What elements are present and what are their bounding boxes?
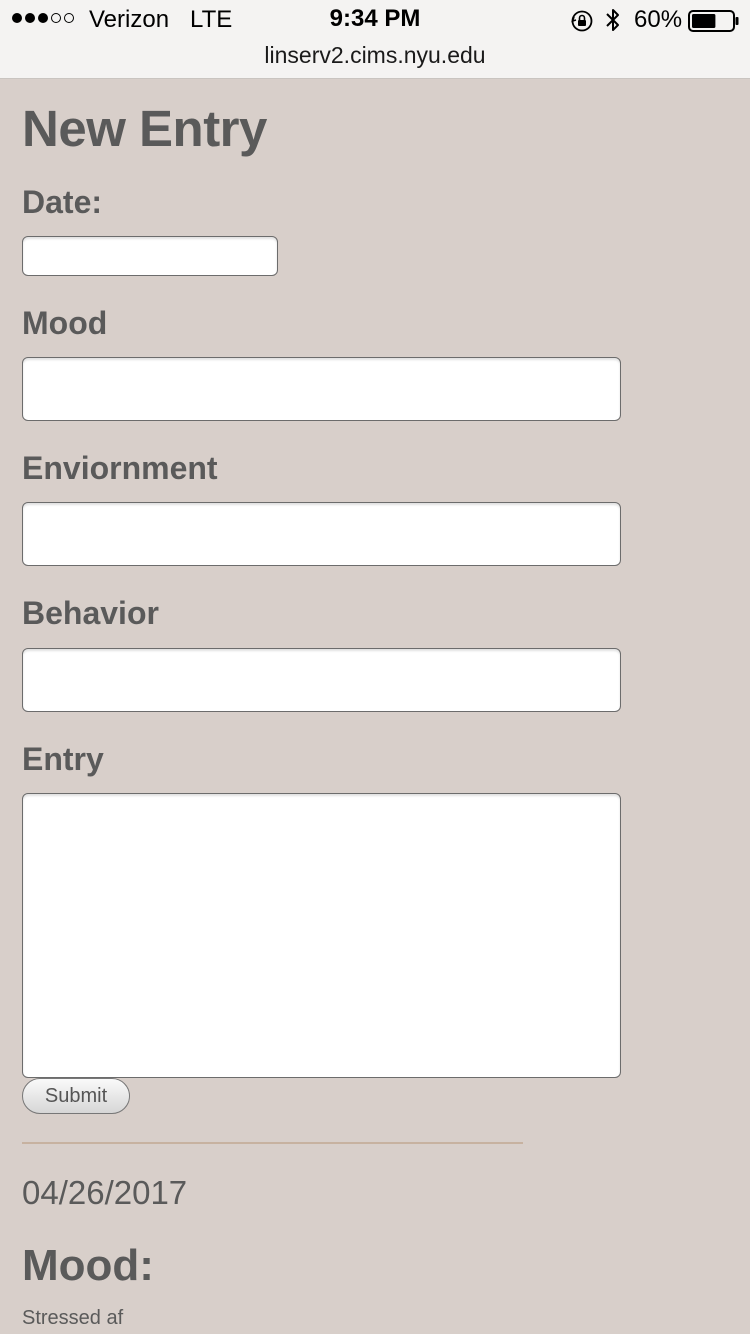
browser-top-bar: Verizon LTE 9:34 PM 60% linserv2.cims.ny… (0, 0, 750, 79)
battery-percent: 60% (634, 6, 683, 33)
mood-input[interactable] (22, 357, 621, 421)
entry-date: 04/26/2017 (22, 1174, 188, 1211)
submit-button[interactable]: Submit (22, 1078, 130, 1114)
date-label: Date: (22, 184, 103, 220)
divider (22, 1142, 523, 1144)
page-title: New Entry (22, 100, 267, 157)
mood-label: Mood (22, 305, 108, 341)
address-bar-url[interactable]: linserv2.cims.nyu.edu (0, 42, 750, 69)
entry-mood-heading: Mood: (22, 1241, 154, 1290)
environment-label: Enviornment (22, 450, 218, 486)
battery-icon (688, 10, 739, 32)
behavior-input[interactable] (22, 648, 621, 712)
entry-textarea[interactable] (22, 793, 621, 1078)
rotation-lock-icon (571, 10, 593, 32)
date-input[interactable] (22, 236, 278, 276)
entry-mood-value: Stressed af (22, 1307, 124, 1329)
bluetooth-icon (606, 9, 619, 31)
environment-input[interactable] (22, 502, 621, 566)
entry-label: Entry (22, 741, 104, 777)
behavior-label: Behavior (22, 595, 159, 631)
status-bar: Verizon LTE 9:34 PM 60% (0, 0, 750, 40)
